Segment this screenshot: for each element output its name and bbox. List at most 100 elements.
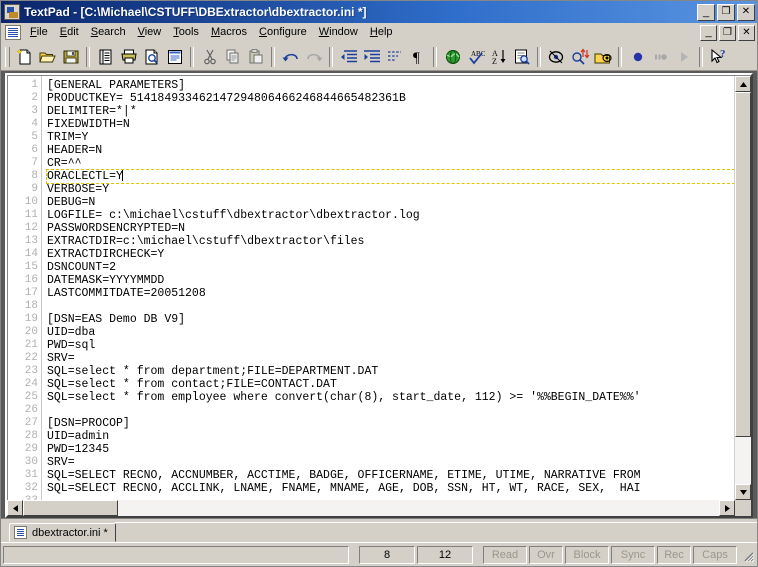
menu-item-file[interactable]: File [24,24,54,41]
show-paragraph-marks-icon[interactable]: ¶ [406,46,429,68]
scroll-down-button[interactable] [735,484,751,500]
paste-icon[interactable] [244,46,267,68]
vertical-scrollbar[interactable] [734,76,751,500]
code-line[interactable]: DEBUG=N [47,196,734,209]
child-restore-button[interactable]: ❐ [719,25,736,41]
code-text-area[interactable]: [GENERAL PARAMETERS]PRODUCTKEY= 51418493… [42,76,734,500]
document-view-icon[interactable] [163,46,186,68]
menu-item-configure[interactable]: Configure [253,24,313,41]
context-help-icon[interactable]: ? [707,46,730,68]
line-number: 2 [8,92,41,105]
play-macro-icon[interactable] [672,46,695,68]
menu-item-help[interactable]: Help [364,24,399,41]
properties-icon[interactable] [94,46,117,68]
code-line[interactable]: EXTRACTDIR=c:\michael\cstuff\dbextractor… [47,235,734,248]
scroll-right-button[interactable] [719,500,735,516]
find-icon[interactable] [545,46,568,68]
code-line[interactable]: EXTRACTDIRCHECK=Y [47,248,734,261]
code-line[interactable]: DSNCOUNT=2 [47,261,734,274]
resize-grip[interactable] [739,547,755,563]
close-button[interactable]: ✕ [737,4,755,21]
code-line[interactable]: SQL=SELECT RECNO, ACCLINK, LNAME, FNAME,… [47,482,734,495]
code-line-current[interactable]: ORACLECTL=Y [46,169,734,184]
scroll-left-button[interactable] [7,500,23,516]
code-line[interactable]: SQL=select * from department;FILE=DEPART… [47,365,734,378]
line-number: 21 [8,339,41,352]
web-browse-icon[interactable] [441,46,464,68]
toolbar-grip[interactable] [5,47,10,67]
textpad-window: TextPad - [C:\Michael\CSTUFF\DBExtractor… [0,0,758,567]
new-file-icon[interactable] [13,46,36,68]
redo-icon[interactable] [302,46,325,68]
code-line[interactable]: DATEMASK=YYYYMMDD [47,274,734,287]
code-line[interactable]: VERBOSE=Y [47,183,734,196]
menu-item-tools[interactable]: Tools [167,24,205,41]
record-macro-icon[interactable] [626,46,649,68]
word-wrap-icon[interactable] [383,46,406,68]
menu-item-search[interactable]: Search [85,24,132,41]
tab-strip-filler [115,522,757,542]
code-line[interactable]: LASTCOMMITDATE=20051208 [47,287,734,300]
print-icon[interactable] [117,46,140,68]
document-icon[interactable] [5,25,21,40]
status-line-number: 8 [359,546,415,564]
menu-item-window[interactable]: Window [313,24,364,41]
title-bar[interactable]: TextPad - [C:\Michael\CSTUFF\DBExtractor… [1,1,757,23]
toolbar-separator [699,47,703,67]
vertical-scroll-thumb[interactable] [735,92,751,437]
spell-check-icon[interactable]: ABC [464,46,487,68]
code-line[interactable]: SQL=select * from contact;FILE=CONTACT.D… [47,378,734,391]
code-line[interactable]: [DSN=PROCOP] [47,417,734,430]
line-number: 3 [8,105,41,118]
document-icon [14,526,27,539]
menu-item-macros[interactable]: Macros [205,24,253,41]
horizontal-scroll-track[interactable] [23,500,719,516]
code-line[interactable]: SRV= [47,352,734,365]
horizontal-scrollbar[interactable] [7,500,751,516]
code-line[interactable]: PRODUCTKEY= 5141849334621472948064662468… [47,92,734,105]
code-line[interactable] [47,300,734,313]
code-line[interactable] [47,404,734,417]
code-line[interactable]: PASSWORDSENCRYPTED=N [47,222,734,235]
line-number: 5 [8,131,41,144]
code-line[interactable]: LOGFILE= c:\michael\cstuff\dbextractor\d… [47,209,734,222]
child-close-button[interactable]: ✕ [738,25,755,41]
minimize-button[interactable]: _ [697,4,715,21]
copy-icon[interactable] [221,46,244,68]
decrease-indent-icon[interactable] [337,46,360,68]
maximize-button[interactable]: ❐ [717,4,735,21]
find-next-icon[interactable] [591,46,614,68]
child-minimize-button[interactable]: _ [700,25,717,41]
pause-macro-icon[interactable] [649,46,672,68]
code-line[interactable]: [DSN=EAS Demo DB V9] [47,313,734,326]
code-line[interactable]: [GENERAL PARAMETERS] [47,79,734,92]
code-line[interactable]: PWD=12345 [47,443,734,456]
vertical-scroll-track[interactable] [735,92,751,484]
menu-item-view[interactable]: View [132,24,168,41]
code-line[interactable]: DELIMITER=*|* [47,105,734,118]
print-preview-icon[interactable] [140,46,163,68]
horizontal-scroll-thumb[interactable] [23,500,118,516]
find-in-files-icon[interactable] [510,46,533,68]
tab-dbextractor-ini[interactable]: dbextractor.ini * [9,523,116,542]
save-file-icon[interactable] [59,46,82,68]
status-flag-block: Block [565,546,609,564]
menu-item-edit[interactable]: Edit [54,24,85,41]
sort-icon[interactable]: A Z [487,46,510,68]
find-replace-icon[interactable] [568,46,591,68]
code-line[interactable]: SQL=select * from employee where convert… [47,391,734,404]
scroll-up-button[interactable] [735,76,751,92]
undo-icon[interactable] [279,46,302,68]
cut-icon[interactable] [198,46,221,68]
open-file-icon[interactable] [36,46,59,68]
code-line[interactable]: UID=admin [47,430,734,443]
increase-indent-icon[interactable] [360,46,383,68]
code-line[interactable]: FIXEDWIDTH=N [47,118,734,131]
code-line[interactable]: SQL=SELECT RECNO, ACCNUMBER, ACCTIME, BA… [47,469,734,482]
code-line[interactable]: SRV= [47,456,734,469]
code-line[interactable]: HEADER=N [47,144,734,157]
code-line[interactable]: UID=dba [47,326,734,339]
code-line[interactable]: PWD=sql [47,339,734,352]
code-line[interactable]: TRIM=Y [47,131,734,144]
line-number: 14 [8,248,41,261]
